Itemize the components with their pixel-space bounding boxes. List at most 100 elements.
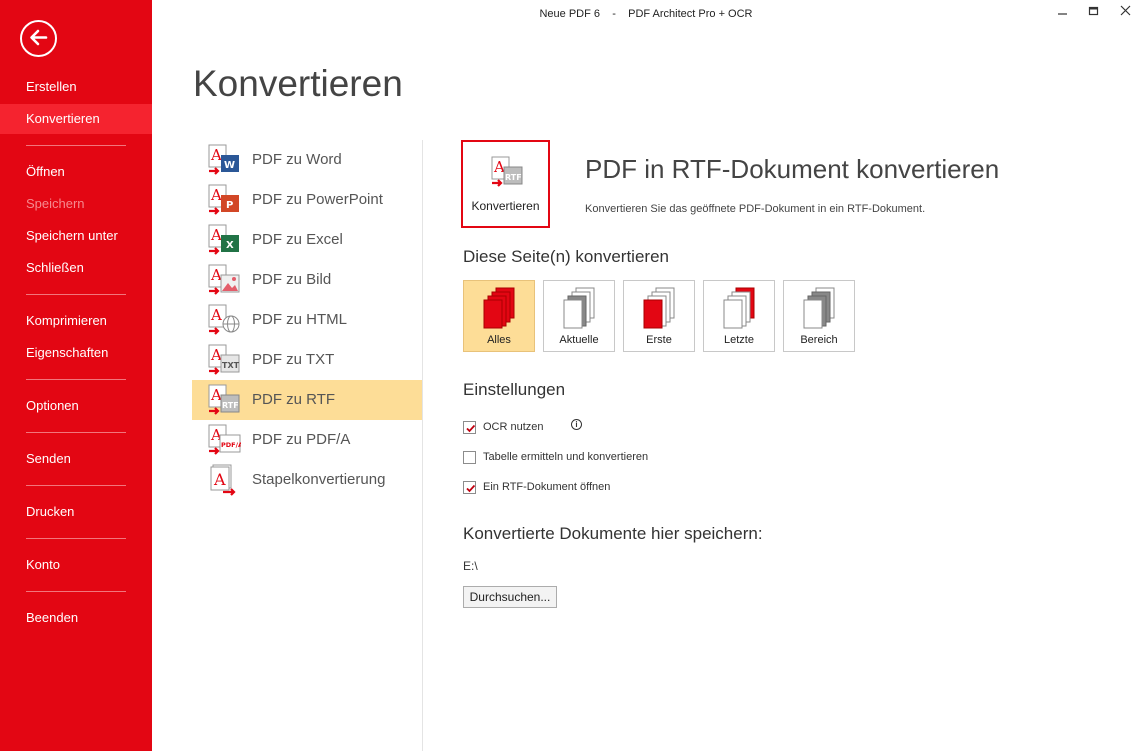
detail-heading: PDF in RTF-Dokument konvertieren xyxy=(585,154,1000,184)
svg-text:A: A xyxy=(210,306,222,324)
ocr-label: OCR nutzen i xyxy=(483,419,582,433)
page-option-label: Erste xyxy=(646,334,672,346)
nav-divider xyxy=(26,145,126,146)
list-item-label: PDF zu HTML xyxy=(252,311,348,328)
rtf-convert-icon: A RTF xyxy=(490,155,524,194)
page-option-label: Letzte xyxy=(724,334,754,346)
svg-text:A: A xyxy=(210,266,222,284)
nav-divider xyxy=(26,379,126,380)
list-item-batch-conversion[interactable]: A Stapelkonvertierung xyxy=(192,460,423,500)
ocr-checkbox[interactable] xyxy=(463,421,476,434)
list-item-label: PDF zu PowerPoint xyxy=(252,191,383,208)
nav-konto[interactable]: Konto xyxy=(0,550,152,580)
page-option-range[interactable]: Bereich xyxy=(783,280,855,352)
svg-text:A: A xyxy=(210,186,222,204)
page-title: Konvertieren xyxy=(193,63,403,104)
svg-text:A: A xyxy=(210,226,222,244)
detect-tables-checkbox[interactable] xyxy=(463,451,476,464)
list-item-label: PDF zu Bild xyxy=(252,271,332,288)
detail-description: Konvertieren Sie das geöffnete PDF-Dokum… xyxy=(585,203,926,215)
info-icon[interactable]: i xyxy=(571,419,582,430)
nav-erstellen[interactable]: Erstellen xyxy=(0,72,152,102)
page-option-first[interactable]: Erste xyxy=(623,280,695,352)
convert-button-label: Konvertieren xyxy=(471,199,540,213)
nav-optionen[interactable]: Optionen xyxy=(0,391,152,421)
list-item-pdf-to-image[interactable]: A PDF zu Bild xyxy=(192,260,423,300)
ocr-label-text: OCR nutzen xyxy=(483,421,544,433)
maximize-icon[interactable] xyxy=(1086,4,1102,18)
word-icon: AW xyxy=(207,143,241,177)
svg-text:P: P xyxy=(226,200,233,211)
page-option-current[interactable]: Aktuelle xyxy=(543,280,615,352)
svg-text:A: A xyxy=(493,158,505,176)
detect-tables-label: Tabelle ermitteln und konvertieren xyxy=(483,451,649,463)
nav-eigenschaften[interactable]: Eigenschaften xyxy=(0,338,152,368)
nav-drucken[interactable]: Drucken xyxy=(0,497,152,527)
title-bar: Neue PDF 6 - PDF Architect Pro + OCR xyxy=(152,0,1140,30)
window-title: Neue PDF 6 - PDF Architect Pro + OCR xyxy=(539,8,753,20)
pages-first-icon xyxy=(642,286,678,335)
list-item-pdf-to-excel[interactable]: AX PDF zu Excel xyxy=(192,220,423,260)
browse-button[interactable]: Durchsuchen... xyxy=(463,586,557,608)
list-item-label: PDF zu PDF/A xyxy=(252,431,351,448)
html-globe-icon: A xyxy=(207,303,241,337)
list-item-pdf-to-html[interactable]: A PDF zu HTML xyxy=(192,300,423,340)
settings-section-title: Einstellungen xyxy=(463,380,566,399)
save-section-title: Konvertierte Dokumente hier speichern: xyxy=(463,524,763,543)
svg-text:A: A xyxy=(213,470,226,489)
batch-convert-icon: A xyxy=(207,463,241,497)
list-item-label: PDF zu Excel xyxy=(252,231,343,248)
sidebar: Erstellen Konvertieren Öffnen Speichern … xyxy=(0,0,152,751)
svg-text:A: A xyxy=(210,386,222,404)
svg-text:RTF: RTF xyxy=(222,401,239,410)
svg-text:W: W xyxy=(224,160,235,171)
nav-divider xyxy=(26,538,126,539)
page-option-label: Bereich xyxy=(800,334,838,346)
nav-oeffnen[interactable]: Öffnen xyxy=(0,157,152,187)
pages-section-title: Diese Seite(n) konvertieren xyxy=(463,247,669,266)
nav-konvertieren[interactable]: Konvertieren xyxy=(0,104,152,134)
rtf-icon: A RTF xyxy=(207,383,241,417)
svg-text:RTF: RTF xyxy=(505,173,522,182)
powerpoint-icon: AP xyxy=(207,183,241,217)
page-option-all[interactable]: Alles xyxy=(463,280,535,352)
svg-text:PDF/A: PDF/A xyxy=(221,441,241,449)
nav-divider xyxy=(26,294,126,295)
list-item-pdf-to-word[interactable]: AW PDF zu Word xyxy=(192,140,423,180)
save-path: E:\ xyxy=(463,559,478,573)
list-item-pdf-to-pdfa[interactable]: A PDF/A PDF zu PDF/A xyxy=(192,420,423,460)
pages-all-icon xyxy=(482,286,518,335)
list-item-pdf-to-powerpoint[interactable]: AP PDF zu PowerPoint xyxy=(192,180,423,220)
panel-divider xyxy=(422,140,423,751)
list-item-label: PDF zu RTF xyxy=(252,391,336,408)
pages-last-icon xyxy=(722,286,758,335)
svg-text:X: X xyxy=(226,240,234,251)
nav-senden[interactable]: Senden xyxy=(0,444,152,474)
open-rtf-label: Ein RTF-Dokument öffnen xyxy=(483,481,611,493)
minimize-icon[interactable] xyxy=(1055,4,1071,18)
list-item-pdf-to-txt[interactable]: A TXT PDF zu TXT xyxy=(192,340,423,380)
open-rtf-checkbox[interactable] xyxy=(463,481,476,494)
page-option-label: Alles xyxy=(487,334,511,346)
nav-speichern-unter[interactable]: Speichern unter xyxy=(0,221,152,251)
page-option-last[interactable]: Letzte xyxy=(703,280,775,352)
nav-speichern: Speichern xyxy=(26,196,85,211)
pdfa-icon: A PDF/A xyxy=(207,423,243,457)
svg-text:TXT: TXT xyxy=(222,361,240,370)
nav-komprimieren[interactable]: Komprimieren xyxy=(0,306,152,336)
nav-schliessen[interactable]: Schließen xyxy=(0,253,152,283)
list-item-pdf-to-rtf[interactable]: A RTF PDF zu RTF xyxy=(192,380,423,420)
list-item-label: PDF zu Word xyxy=(252,151,342,168)
close-icon[interactable] xyxy=(1118,4,1134,18)
nav-divider xyxy=(26,485,126,486)
svg-text:A: A xyxy=(210,346,222,364)
pages-current-icon xyxy=(562,286,598,335)
pages-range-icon xyxy=(802,286,838,335)
list-item-label: Stapelkonvertierung xyxy=(252,471,386,488)
convert-button[interactable]: A RTF Konvertieren xyxy=(461,140,550,228)
nav-beenden[interactable]: Beenden xyxy=(0,603,152,633)
back-icon[interactable] xyxy=(20,20,57,57)
excel-icon: AX xyxy=(207,223,241,257)
txt-icon: A TXT xyxy=(207,343,241,377)
nav-divider xyxy=(26,591,126,592)
